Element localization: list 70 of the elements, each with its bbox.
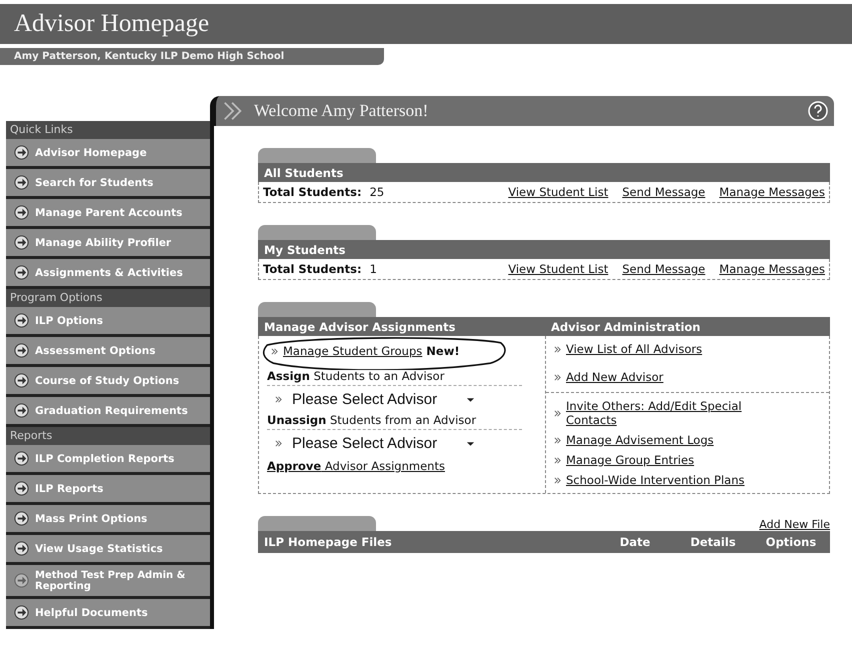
column-header: Options xyxy=(764,535,818,549)
bullet-icon xyxy=(554,410,561,416)
page-title: Advisor Homepage xyxy=(14,10,210,38)
section-link[interactable]: Manage Messages xyxy=(719,262,825,276)
bullet-icon xyxy=(275,396,282,403)
welcome-title: Welcome Amy Patterson! xyxy=(254,101,430,121)
section-title: Advisor Administration xyxy=(551,320,700,334)
arrow-circle-icon xyxy=(14,403,29,418)
arrow-circle-icon xyxy=(14,481,29,496)
advisor-select[interactable]: Please Select Advisor xyxy=(267,435,475,452)
section-link[interactable]: Send Message xyxy=(622,185,706,199)
admin-link[interactable]: Invite Others: Add/Edit Special Contacts xyxy=(566,399,766,427)
bullet-icon xyxy=(271,348,278,354)
section-title: My Students xyxy=(264,242,346,256)
advisor-select[interactable]: Please Select Advisor xyxy=(267,391,475,408)
admin-link[interactable]: School-Wide Intervention Plans xyxy=(566,473,745,487)
column-header: Details xyxy=(689,535,737,549)
manage-groups-link[interactable]: Manage Student Groups xyxy=(283,344,422,358)
arrow-circle-icon xyxy=(14,373,29,388)
total-value: 1 xyxy=(370,262,377,276)
bullet-icon xyxy=(554,456,561,464)
admin-link[interactable]: Manage Group Entries xyxy=(566,453,694,467)
section-tab[interactable] xyxy=(258,516,376,531)
arrow-circle-icon xyxy=(14,265,29,280)
total-label: Total Students: xyxy=(263,185,362,199)
new-label: New! xyxy=(426,344,460,358)
section-link[interactable]: View Student List xyxy=(508,185,608,199)
caret-icon xyxy=(466,396,475,402)
arrow-circle-icon xyxy=(14,511,29,526)
admin-link[interactable]: View List of All Advisors xyxy=(566,342,702,356)
arrow-circle-icon xyxy=(14,175,29,190)
double-chevron-icon xyxy=(222,100,244,122)
section-tab[interactable] xyxy=(258,148,376,163)
arrow-circle-icon xyxy=(14,313,29,328)
arrow-circle-icon xyxy=(14,145,29,160)
arrow-circle-icon xyxy=(14,451,29,466)
section-title: All Students xyxy=(264,166,344,180)
admin-link[interactable]: Add New Advisor xyxy=(566,370,664,384)
total-value: 25 xyxy=(370,185,384,199)
bullet-icon xyxy=(554,476,561,484)
section-link[interactable]: Send Message xyxy=(622,262,706,276)
arrow-circle-icon xyxy=(14,541,29,556)
section-link[interactable]: View Student List xyxy=(508,262,608,276)
arrow-circle-icon xyxy=(14,605,29,620)
sidebar-section-header: Quick Links xyxy=(6,121,210,139)
section-title: Manage Advisor Assignments xyxy=(264,320,456,334)
bullet-icon xyxy=(554,374,561,380)
caret-icon xyxy=(466,440,475,446)
approve-link[interactable]: Approve Advisor Assignments xyxy=(267,459,539,473)
assign-label: Assign Students to an Advisor xyxy=(267,369,522,386)
bullet-icon xyxy=(275,440,282,447)
bullet-icon xyxy=(554,436,561,444)
arrow-circle-icon xyxy=(14,343,29,358)
section-tab[interactable] xyxy=(258,302,376,317)
sidebar-section-header: Program Options xyxy=(6,289,210,307)
help-icon[interactable] xyxy=(808,101,828,121)
total-label: Total Students: xyxy=(263,262,362,276)
arrow-circle-icon xyxy=(14,573,29,588)
section-title: ILP Homepage Files xyxy=(264,535,393,549)
sidebar-section-header: Reports xyxy=(6,427,210,445)
user-school-label: Amy Patterson, Kentucky ILP Demo High School xyxy=(14,51,284,62)
section-tab[interactable] xyxy=(258,225,376,240)
add-file-link[interactable]: Add New File xyxy=(759,518,830,531)
arrow-circle-icon xyxy=(14,205,29,220)
arrow-circle-icon xyxy=(14,235,29,250)
assign-label: Unassign Students from an Advisor xyxy=(267,413,522,430)
admin-link[interactable]: Manage Advisement Logs xyxy=(566,433,714,447)
section-link[interactable]: Manage Messages xyxy=(719,185,825,199)
bullet-icon xyxy=(554,346,561,352)
column-header: Date xyxy=(618,535,652,549)
